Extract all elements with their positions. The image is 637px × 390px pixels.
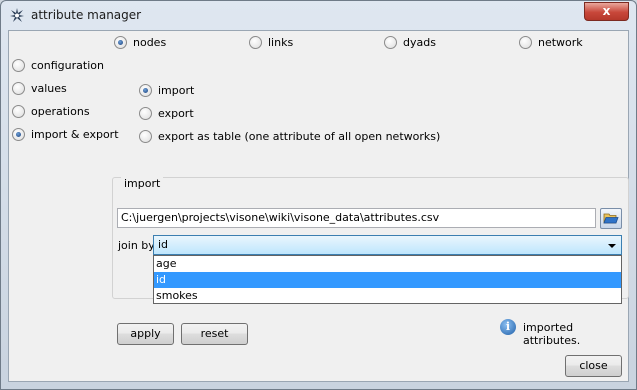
radio-label: network: [538, 36, 583, 49]
dropdown-option-smokes[interactable]: smokes: [154, 288, 621, 304]
join-by-label: join by: [118, 239, 155, 252]
radio-mode-import[interactable]: import: [139, 84, 194, 97]
folder-open-icon: [603, 213, 619, 224]
radio-scope-network[interactable]: network: [519, 36, 583, 49]
title-bar[interactable]: attribute manager x: [1, 1, 636, 29]
dialog-content: nodes links dyads network configuration …: [8, 30, 629, 382]
join-by-select[interactable]: id: [153, 235, 622, 255]
radio-unselected-icon: [12, 82, 25, 95]
radio-unselected-icon: [12, 59, 25, 72]
radio-unselected-icon: [12, 105, 25, 118]
radio-scope-nodes[interactable]: nodes: [114, 36, 166, 49]
import-file-path-input[interactable]: C:\juergen\projects\visone\wiki\visone_d…: [117, 208, 596, 228]
apply-button[interactable]: apply: [117, 323, 174, 345]
radio-selected-icon: [139, 84, 152, 97]
visone-app-icon: [10, 8, 24, 22]
radio-selected-icon: [12, 128, 25, 141]
radio-mode-export-table[interactable]: export as table (one attribute of all op…: [139, 130, 440, 143]
info-icon: i: [500, 319, 516, 335]
radio-scope-dyads[interactable]: dyads: [384, 36, 436, 49]
radio-section-operations[interactable]: operations: [12, 105, 90, 118]
chevron-down-icon: [608, 244, 616, 248]
radio-unselected-icon: [249, 36, 262, 49]
radio-label: nodes: [133, 36, 167, 49]
radio-unselected-icon: [384, 36, 397, 49]
radio-label: export as table (one attribute of all op…: [158, 130, 441, 143]
radio-label: dyads: [403, 36, 436, 49]
status-message: imported attributes.: [523, 321, 581, 347]
close-button[interactable]: close: [565, 355, 622, 377]
dropdown-option-id[interactable]: id: [154, 272, 621, 288]
radio-unselected-icon: [519, 36, 532, 49]
browse-file-button[interactable]: [600, 208, 622, 229]
radio-scope-links[interactable]: links: [249, 36, 293, 49]
radio-label: import: [158, 84, 195, 97]
attribute-manager-window: attribute manager x nodes links dyads ne…: [0, 0, 637, 390]
radio-label: values: [31, 82, 67, 95]
radio-selected-icon: [114, 36, 127, 49]
reset-button[interactable]: reset: [181, 323, 248, 345]
window-title: attribute manager: [31, 8, 142, 22]
radio-label: import & export: [31, 128, 119, 141]
radio-label: links: [268, 36, 294, 49]
radio-section-configuration[interactable]: configuration: [12, 59, 104, 72]
join-by-dropdown-list: age id smokes: [153, 255, 622, 304]
close-icon: x: [602, 4, 611, 18]
radio-label: export: [158, 107, 194, 120]
radio-unselected-icon: [139, 130, 152, 143]
dropdown-option-age[interactable]: age: [154, 256, 621, 272]
radio-label: operations: [31, 105, 90, 118]
radio-section-import-export[interactable]: import & export: [12, 128, 119, 141]
radio-unselected-icon: [139, 107, 152, 120]
radio-mode-export[interactable]: export: [139, 107, 194, 120]
import-group-title: import: [121, 177, 164, 190]
join-by-selected-value: id: [158, 238, 169, 251]
window-close-button[interactable]: x: [584, 2, 629, 21]
radio-section-values[interactable]: values: [12, 82, 67, 95]
radio-label: configuration: [31, 59, 104, 72]
